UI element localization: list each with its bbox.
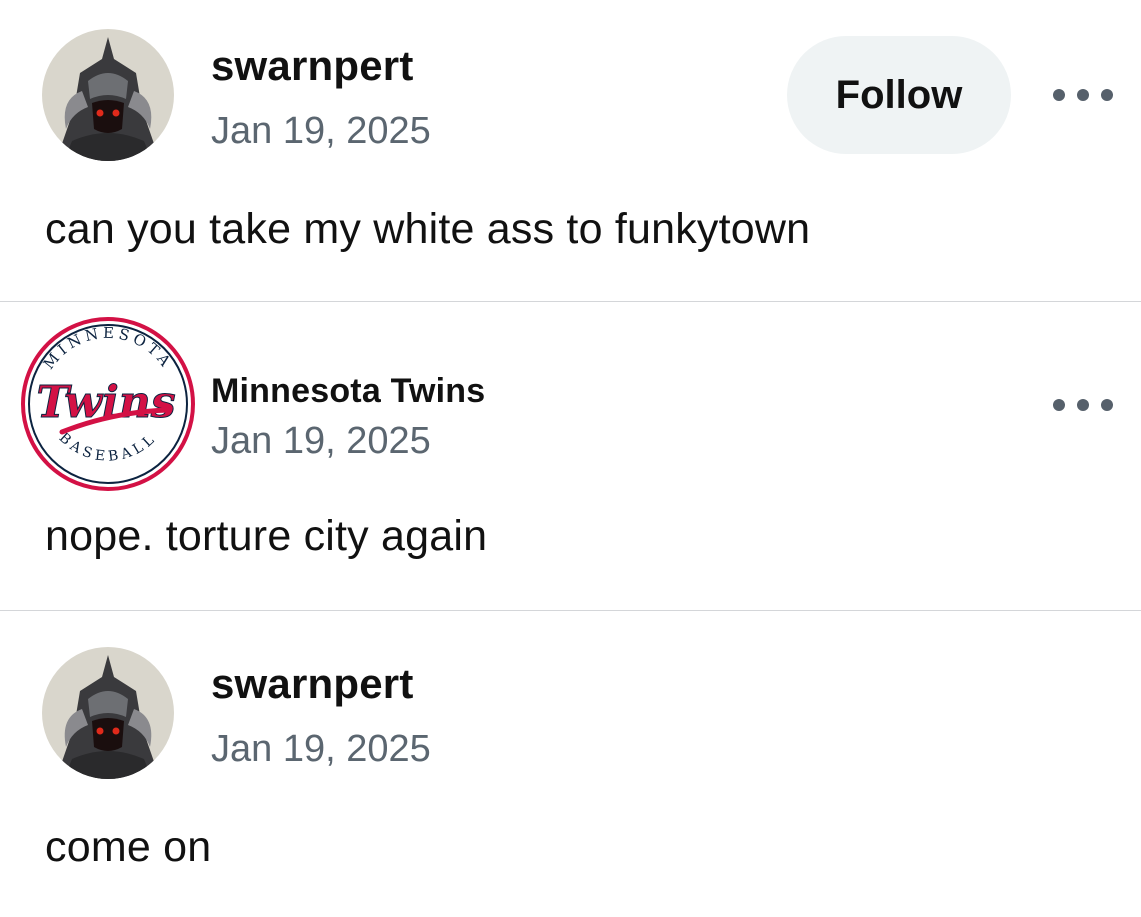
more-options-button[interactable] <box>1053 80 1113 110</box>
timestamp: Jan 19, 2025 <box>211 110 431 152</box>
post: swarnpert Jan 19, 2025 Follow can you ta… <box>0 0 1141 302</box>
more-dot-icon <box>1101 89 1113 101</box>
more-dot-icon <box>1077 89 1089 101</box>
post-text: come on <box>45 823 212 871</box>
more-options-button[interactable] <box>1053 390 1113 420</box>
more-dot-icon <box>1101 399 1113 411</box>
more-dot-icon <box>1077 399 1089 411</box>
avatar[interactable] <box>42 647 174 779</box>
timestamp: Jan 19, 2025 <box>211 728 431 770</box>
post-text: can you take my white ass to funkytown <box>45 205 811 253</box>
username[interactable]: swarnpert <box>211 660 414 708</box>
username[interactable]: Minnesota Twins <box>211 372 485 411</box>
username[interactable]: swarnpert <box>211 42 414 90</box>
more-dot-icon <box>1053 89 1065 101</box>
post: swarnpert Jan 19, 2025 come on <box>0 611 1141 917</box>
timestamp: Jan 19, 2025 <box>211 420 431 462</box>
post: MINNESOTA BASEBALL Twins Minnesota Twins… <box>0 302 1141 611</box>
more-dot-icon <box>1053 399 1065 411</box>
post-text: nope. torture city again <box>45 512 488 560</box>
follow-button[interactable]: Follow <box>787 36 1011 154</box>
twins-logo-avatar[interactable]: MINNESOTA BASEBALL Twins <box>18 314 198 494</box>
avatar[interactable] <box>42 29 174 161</box>
